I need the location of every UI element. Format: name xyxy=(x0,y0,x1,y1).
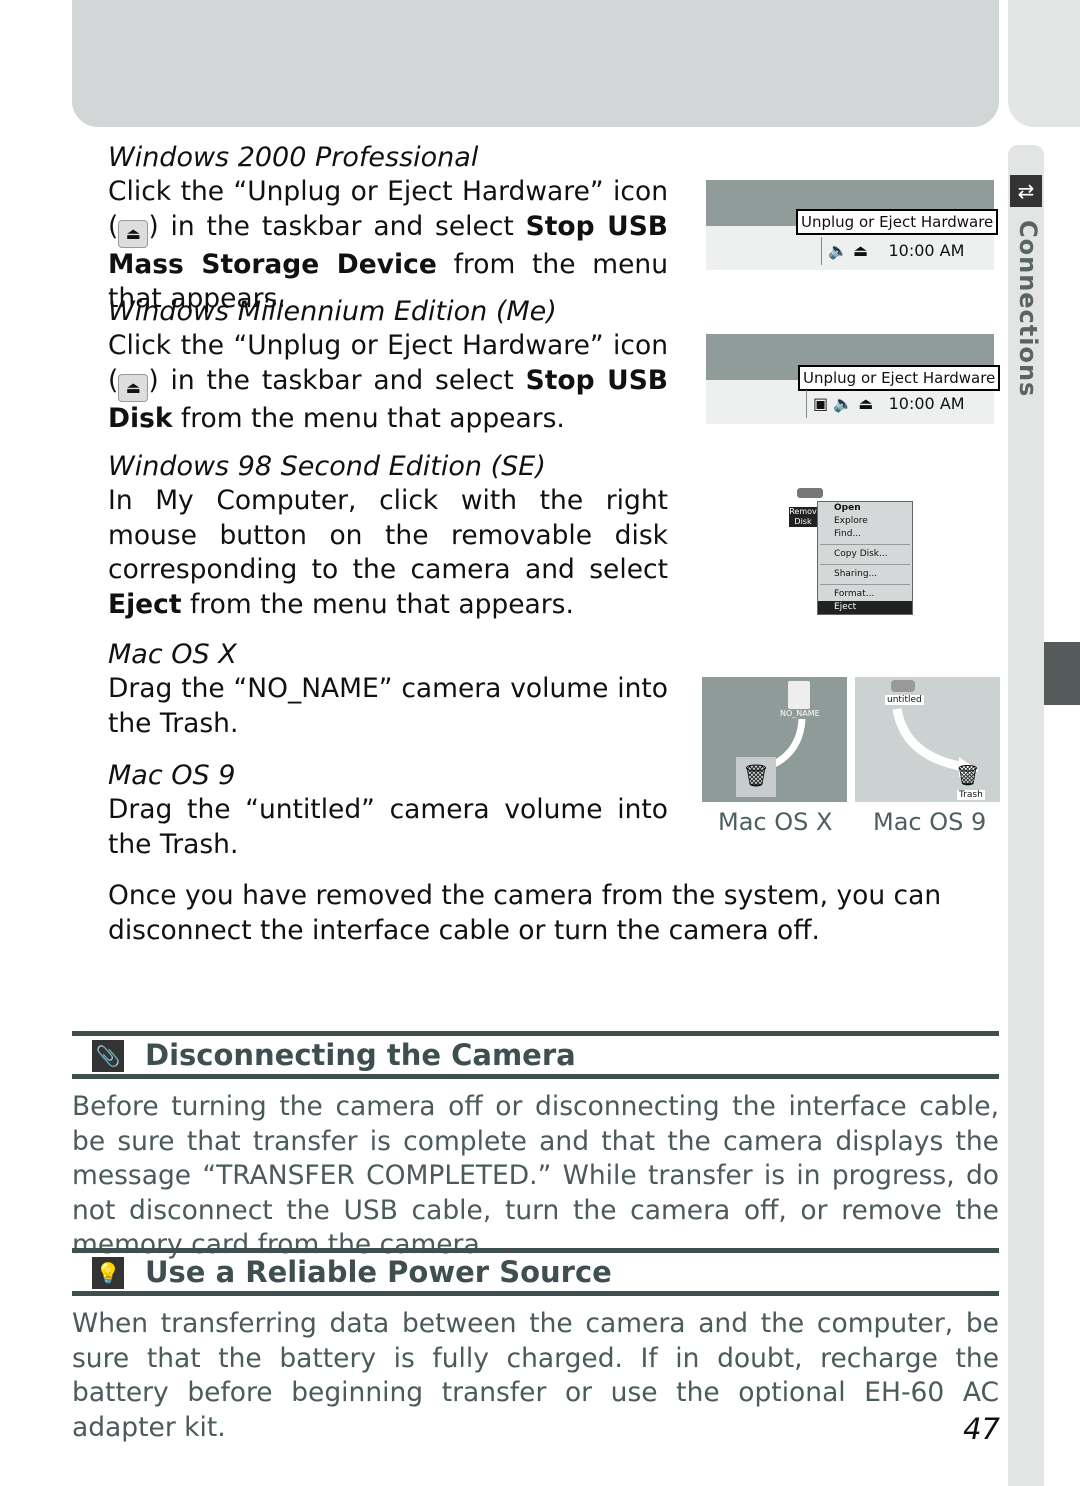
divider xyxy=(72,1074,999,1079)
header-panel xyxy=(72,0,999,127)
winme-taskbar-screenshot: Unplug or Eject Hardware ▣ 🔈 ⏏ 10:00 AM xyxy=(706,334,1001,424)
trash-icon: 🗑 xyxy=(736,757,776,797)
closing-paragraph: Once you have removed the camera from th… xyxy=(108,880,942,946)
win2000-taskbar-screenshot: Unplug or Eject Hardware 🔈 ⏏ 10:00 AM xyxy=(706,180,999,270)
header-corner xyxy=(1008,0,1080,127)
note-title: Use a Reliable Power Source xyxy=(145,1255,612,1289)
eject-hardware-icon: ⏏ xyxy=(118,373,149,402)
eject-hardware-icon: ⏏ xyxy=(118,219,149,248)
speaker-icon: 🔈 xyxy=(833,394,854,413)
section-title: Windows Millennium Edition (Me) xyxy=(108,296,557,327)
eject-hardware-icon: ⏏ xyxy=(853,241,869,260)
menu-item-open[interactable]: Open xyxy=(818,502,912,515)
menu-item-copy-disk[interactable]: Copy Disk... xyxy=(818,548,912,561)
section-marker xyxy=(1044,642,1080,705)
menu-item-format[interactable]: Format... xyxy=(818,588,912,601)
section-title: Windows 98 Second Edition (SE) xyxy=(108,451,546,482)
eject-hardware-icon: ⏏ xyxy=(858,394,874,413)
speaker-icon: 🔈 xyxy=(828,241,848,260)
section-win2000: Windows 2000 Professional Click the “Unp… xyxy=(108,142,668,314)
caption-mac9: Mac OS 9 xyxy=(873,808,987,836)
page-number: 47 xyxy=(963,1412,1000,1446)
side-tab-label: Connections xyxy=(1014,220,1042,398)
monitor-icon: ▣ xyxy=(813,394,829,413)
note-text: Before turning the camera off or disconn… xyxy=(72,1091,999,1260)
section-title: Mac OS X xyxy=(108,639,237,670)
divider xyxy=(72,1291,999,1296)
note-text: When transferring data between the camer… xyxy=(72,1308,999,1443)
paperclip-icon: 📎 xyxy=(92,1040,124,1072)
volume-icon xyxy=(891,680,915,692)
system-tray: ▣ 🔈 ⏏ 10:00 AM xyxy=(806,390,965,418)
menu-item-eject[interactable]: Eject xyxy=(818,601,912,614)
system-tray: 🔈 ⏏ 10:00 AM xyxy=(821,237,964,265)
context-menu: Open Explore Find... Copy Disk... Sharin… xyxy=(817,501,913,615)
section-title: Mac OS 9 xyxy=(108,760,236,791)
section-win98: Windows 98 Second Edition (SE) In My Com… xyxy=(108,451,668,620)
section-winme: Windows Millennium Edition (Me) Click th… xyxy=(108,296,668,434)
section-macx: Mac OS X Drag the “NO_NAME” camera volum… xyxy=(108,639,668,739)
tooltip: Unplug or Eject Hardware xyxy=(796,209,999,235)
menu-item-explore[interactable]: Explore xyxy=(818,515,912,528)
tooltip: Unplug or Eject Hardware xyxy=(798,365,1001,391)
note-title: Disconnecting the Camera xyxy=(145,1038,576,1072)
mac9-screenshot: untitled 🗑 Trash xyxy=(855,677,1000,802)
menu-item-sharing[interactable]: Sharing... xyxy=(818,568,912,581)
menu-item-find[interactable]: Find... xyxy=(818,528,912,541)
caption-macx: Mac OS X xyxy=(718,808,833,836)
trash-icon: 🗑 xyxy=(955,763,981,787)
macx-screenshot: NO_NAME 🗑 xyxy=(702,677,847,802)
section-mac9: Mac OS 9 Drag the “untitled” camera volu… xyxy=(108,760,668,860)
lightbulb-icon: 💡 xyxy=(92,1257,124,1289)
connections-icon: ⇄ xyxy=(1010,175,1042,207)
removable-disk-icon xyxy=(797,488,823,498)
volume-icon xyxy=(788,681,810,709)
section-title: Windows 2000 Professional xyxy=(108,142,479,173)
disk-label: Remov Disk xyxy=(789,507,817,527)
